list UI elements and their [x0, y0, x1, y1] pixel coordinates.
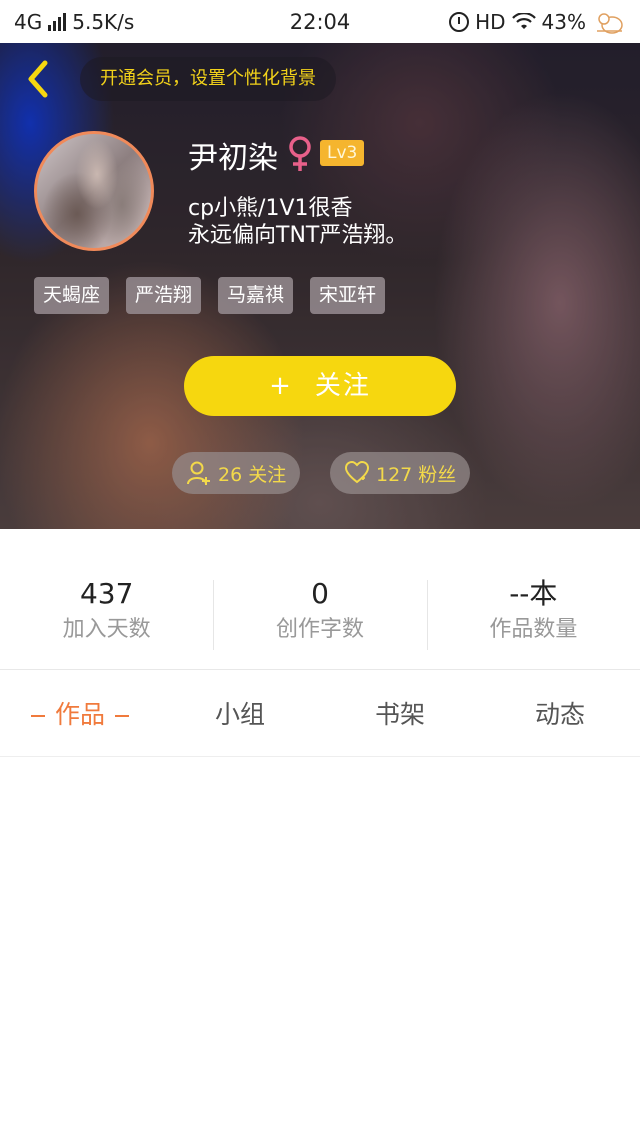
tab-indicator [30, 715, 45, 717]
profile-tabs: 作品 小组 书架 动态 [0, 690, 640, 740]
bio-line: 永远偏向TNT严浩翔。 [188, 223, 408, 248]
mascot-icon [597, 12, 623, 34]
stat-value: 437 [79, 577, 134, 610]
chevron-left-icon [28, 60, 48, 98]
stat-value: 0 [311, 577, 329, 610]
tag[interactable]: 严浩翔 [126, 277, 202, 314]
tag[interactable]: 马嘉祺 [218, 277, 294, 314]
tab-label: 小组 [214, 700, 265, 729]
plus-icon: + [269, 371, 293, 401]
fans-count-button[interactable]: 127 粉丝 [330, 452, 471, 494]
divider [0, 756, 640, 757]
stat-value: --本 [509, 577, 558, 610]
tag-list: 天蝎座 严浩翔 马嘉祺 宋亚轩 [34, 277, 386, 314]
user-add-icon [187, 461, 210, 485]
stat-label: 作品数量 [489, 617, 578, 642]
status-right: HD 43% [449, 9, 626, 35]
status-left: 4G 5.5K/s [14, 10, 134, 34]
tab-bookshelf[interactable]: 书架 [320, 690, 480, 740]
tag[interactable]: 宋亚轩 [310, 277, 386, 314]
profile-header: 开通会员，设置个性化背景 尹初染 Lv3 cp小熊/1V1很香 永远偏向TNT严… [0, 43, 640, 529]
heart-icon [344, 460, 370, 484]
fans-count: 127 粉丝 [376, 463, 457, 486]
follow-label: 关注 [314, 371, 371, 401]
network-speed: 5.5K/s [72, 9, 135, 34]
status-bar: 4G 5.5K/s 22:04 HD 43% [0, 0, 640, 43]
tag[interactable]: 天蝎座 [34, 277, 110, 314]
follow-button[interactable]: + 关注 [184, 356, 456, 416]
tab-activity[interactable]: 动态 [480, 690, 640, 740]
divider [0, 669, 640, 670]
battery-level: 43% [541, 9, 586, 34]
following-count-button[interactable]: 26 关注 [172, 452, 301, 494]
signal-icon [48, 12, 67, 31]
hd-indicator: HD [475, 9, 506, 34]
stat-label: 加入天数 [62, 617, 151, 642]
tab-label: 作品 [54, 700, 105, 729]
tab-indicator [115, 715, 129, 717]
username: 尹初染 [188, 141, 278, 176]
alarm-icon [449, 11, 470, 32]
following-count: 26 关注 [218, 463, 287, 486]
network-type: 4G [14, 9, 43, 34]
wifi-icon [511, 12, 536, 29]
tab-groups[interactable]: 小组 [160, 690, 320, 740]
female-gender-icon [289, 136, 311, 171]
back-button[interactable] [18, 59, 58, 99]
stat-works-count: --本 作品数量 [426, 576, 640, 654]
tab-label: 动态 [534, 700, 585, 729]
tab-works[interactable]: 作品 [0, 690, 160, 740]
level-badge: Lv3 [320, 140, 365, 166]
stat-label: 创作字数 [275, 617, 364, 642]
stats-row: 437 加入天数 0 创作字数 --本 作品数量 [0, 576, 640, 654]
vip-background-banner[interactable]: 开通会员，设置个性化背景 [80, 57, 336, 101]
tab-label: 书架 [374, 700, 425, 729]
stat-word-count: 0 创作字数 [213, 576, 426, 654]
avatar[interactable] [34, 131, 154, 251]
stat-join-days: 437 加入天数 [0, 576, 213, 654]
